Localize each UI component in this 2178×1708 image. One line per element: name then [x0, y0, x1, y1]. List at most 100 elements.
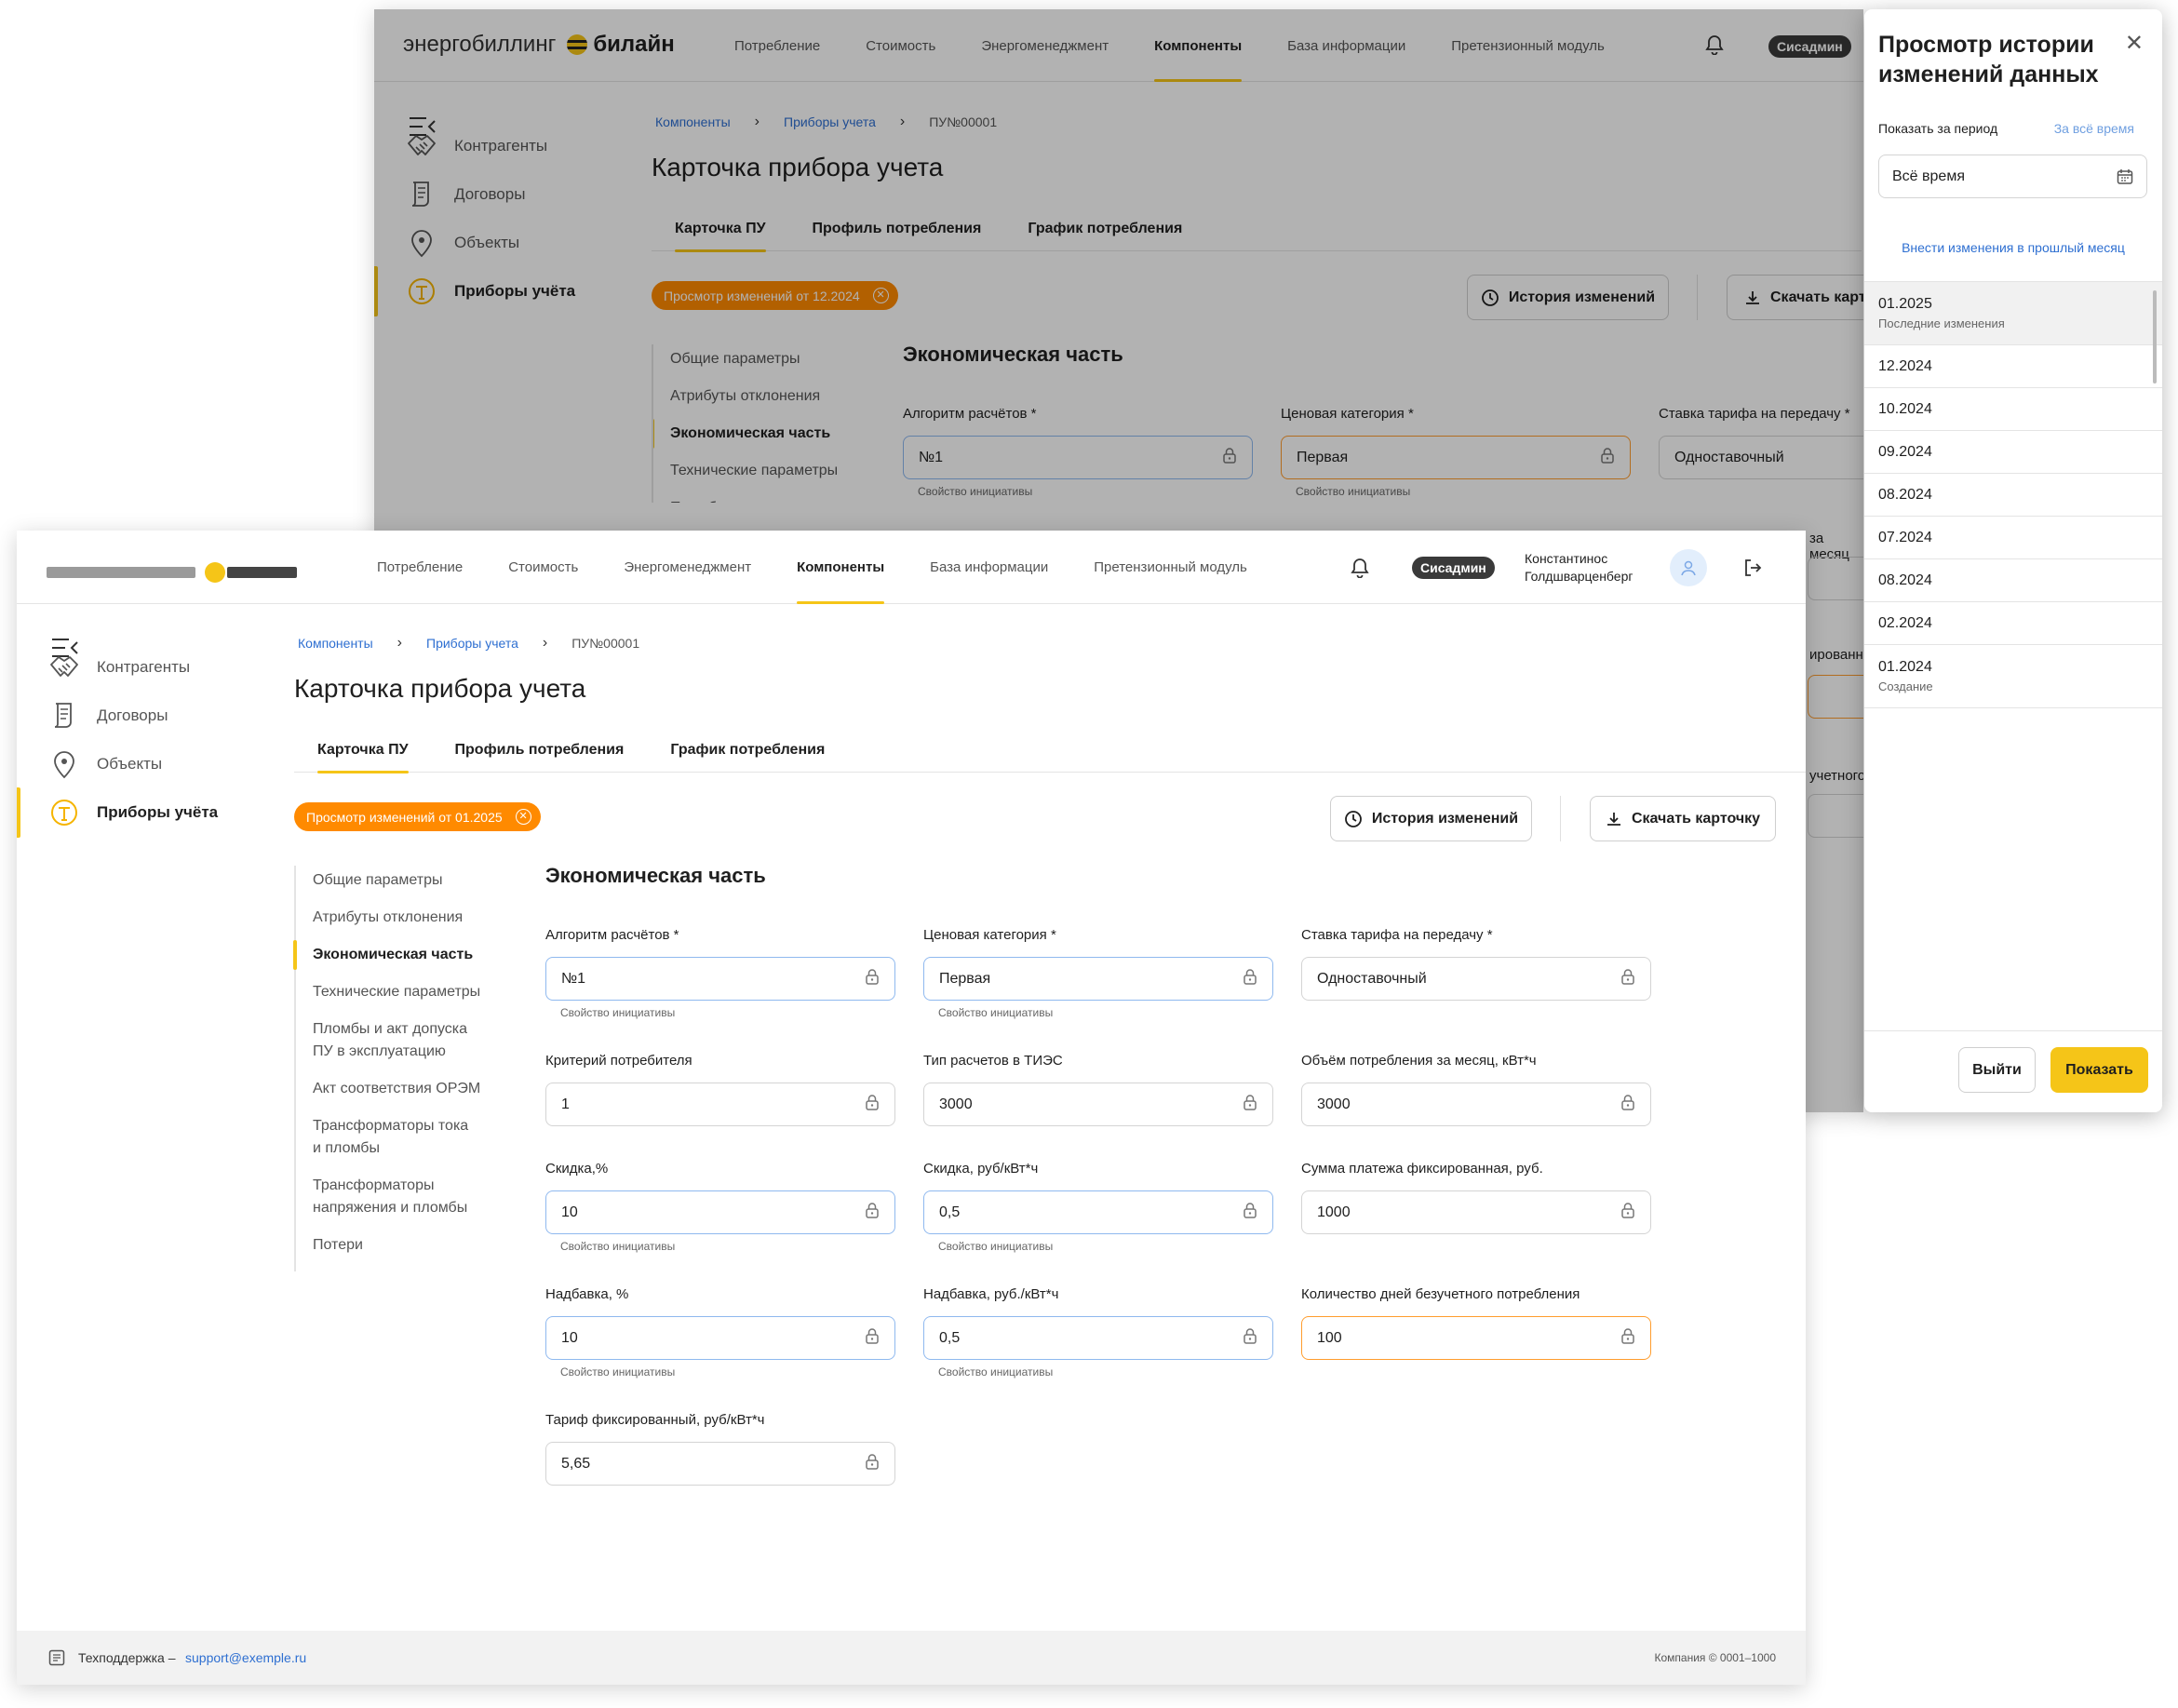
nav-item[interactable]: Потребление: [734, 9, 820, 82]
field-input[interactable]: 100: [1301, 1316, 1651, 1360]
history-view-chip[interactable]: Просмотр изменений от 01.2025 ✕: [294, 802, 541, 831]
lock-icon: [865, 1202, 880, 1223]
history-item[interactable]: 10.2024: [1864, 388, 2162, 431]
section-nav-item[interactable]: Атрибуты отклонения: [653, 385, 838, 408]
section-nav-item[interactable]: Общие параметры: [653, 344, 838, 370]
history-item[interactable]: 01.2024 Создание: [1864, 645, 2162, 708]
scrollbar[interactable]: [2153, 290, 2157, 383]
field-input[interactable]: №1: [903, 436, 1253, 479]
nav-item[interactable]: Компоненты: [797, 531, 885, 604]
section-nav-item[interactable]: Потери: [296, 1234, 480, 1257]
history-item[interactable]: 12.2024: [1864, 345, 2162, 388]
download-button[interactable]: Скачать карт: [1727, 275, 1863, 320]
download-button[interactable]: Скачать карточку: [1590, 796, 1776, 841]
section-nav-item[interactable]: Трансформаторы тока и пломбы: [296, 1115, 480, 1160]
section-nav-item[interactable]: Трансформаторы напряжения и пломбы: [296, 1175, 480, 1219]
field-input[interactable]: 10: [545, 1316, 895, 1360]
past-month-link[interactable]: Внести изменения в прошлый месяц: [1864, 240, 2162, 255]
history-item[interactable]: 09.2024: [1864, 431, 2162, 474]
form-field: Ставка тарифа на передачу * Одноставочный: [1659, 406, 1863, 479]
sidebar-item[interactable]: Договоры: [406, 179, 525, 210]
breadcrumb-link[interactable]: Компоненты: [298, 636, 373, 651]
close-icon[interactable]: ✕: [2125, 30, 2144, 57]
section-nav-item[interactable]: Общие параметры: [296, 866, 480, 892]
section-nav-item[interactable]: Атрибуты отклонения: [296, 907, 480, 929]
close-circle-icon[interactable]: ✕: [872, 288, 889, 303]
tab[interactable]: График потребления: [1028, 207, 1182, 251]
history-button[interactable]: История изменений: [1330, 796, 1532, 841]
history-item[interactable]: 07.2024: [1864, 517, 2162, 559]
sidebar-item[interactable]: Контрагенты: [406, 130, 547, 162]
tab[interactable]: Карточка ПУ: [317, 728, 409, 773]
nav-item[interactable]: База информации: [1287, 9, 1405, 82]
breadcrumb-current: ПУ№00001: [929, 114, 998, 129]
tab[interactable]: Профиль потребления: [813, 207, 982, 251]
history-button[interactable]: История изменений: [1467, 275, 1669, 320]
support-email-link[interactable]: support@exemple.ru: [185, 1650, 306, 1665]
sidebar-item[interactable]: Приборы учёта: [406, 276, 575, 307]
nav-item[interactable]: База информации: [930, 531, 1048, 604]
field-value: 3000: [1317, 1096, 1351, 1112]
bell-icon[interactable]: [1351, 558, 1369, 583]
breadcrumb-link[interactable]: Приборы учета: [784, 114, 876, 129]
field-input[interactable]: 0,5: [923, 1190, 1273, 1234]
period-all-link[interactable]: За всё время: [2054, 121, 2134, 136]
tab[interactable]: График потребления: [670, 728, 825, 773]
field-value: №1: [561, 970, 586, 987]
chevron-right-icon: ›: [542, 635, 548, 651]
sidebar-item[interactable]: Приборы учёта: [48, 797, 218, 828]
breadcrumb-link[interactable]: Приборы учета: [426, 636, 518, 651]
section-nav-item[interactable]: Экономическая часть: [653, 419, 838, 449]
form-field: Надбавка, % 10 Свойство инициативы: [545, 1286, 895, 1379]
sidebar-item[interactable]: Договоры: [48, 700, 168, 732]
tab[interactable]: Карточка ПУ: [675, 207, 766, 252]
field-input[interactable]: №1: [545, 957, 895, 1001]
nav-item[interactable]: Компоненты: [1154, 9, 1243, 82]
field-input[interactable]: 3000: [1301, 1083, 1651, 1126]
section-nav-item[interactable]: Пломбы и акт допуска: [653, 497, 838, 503]
logout-icon[interactable]: [1743, 558, 1762, 582]
field-input[interactable]: 5,65: [545, 1442, 895, 1486]
sidebar-item[interactable]: Объекты: [406, 227, 519, 259]
history-item[interactable]: 08.2024: [1864, 474, 2162, 517]
field-input[interactable]: 10: [545, 1190, 895, 1234]
field-input[interactable]: 0,5: [923, 1316, 1273, 1360]
nav-item[interactable]: Потребление: [377, 531, 463, 604]
show-button[interactable]: Показать: [2050, 1047, 2148, 1093]
history-view-chip[interactable]: Просмотр изменений от 12.2024 ✕: [652, 281, 898, 310]
field-input[interactable]: Первая: [923, 957, 1273, 1001]
field-value: 0,5: [939, 1204, 961, 1220]
history-item[interactable]: 08.2024: [1864, 559, 2162, 602]
section-nav-item[interactable]: Экономическая часть: [292, 940, 480, 970]
lock-icon: [1243, 968, 1257, 989]
nav-item[interactable]: Претензионный модуль: [1451, 9, 1605, 82]
field-input[interactable]: 1: [545, 1083, 895, 1126]
field-input[interactable]: Одноставочный: [1659, 436, 1863, 479]
sidebar-item[interactable]: Контрагенты: [48, 652, 190, 683]
section-nav-item[interactable]: Пломбы и акт допуска ПУ в эксплуатацию: [296, 1018, 480, 1063]
history-date: 01.2024: [1878, 659, 1932, 675]
field-input[interactable]: Одноставочный: [1301, 957, 1651, 1001]
breadcrumb-link[interactable]: Компоненты: [655, 114, 731, 129]
exit-button[interactable]: Выйти: [1958, 1047, 2036, 1093]
section-nav-item[interactable]: Акт соответствия ОРЭМ: [296, 1078, 480, 1100]
tab[interactable]: Профиль потребления: [455, 728, 625, 773]
sidebar-item[interactable]: Объекты: [48, 748, 162, 780]
close-circle-icon[interactable]: ✕: [515, 809, 531, 825]
field-input[interactable]: Первая: [1281, 436, 1631, 479]
nav-item[interactable]: Стоимость: [508, 531, 578, 604]
period-select[interactable]: Всё время: [1878, 155, 2147, 198]
field-input[interactable]: 1000: [1301, 1190, 1651, 1234]
section-nav-item[interactable]: Технические параметры: [653, 460, 838, 482]
bell-icon[interactable]: [1705, 34, 1724, 60]
avatar[interactable]: [1670, 549, 1707, 586]
field-hint: Свойство инициативы: [560, 1240, 676, 1253]
nav-item[interactable]: Стоимость: [866, 9, 935, 82]
field-input[interactable]: 3000: [923, 1083, 1273, 1126]
history-item[interactable]: 01.2025 Последние изменения: [1864, 282, 2162, 345]
history-item[interactable]: 02.2024: [1864, 602, 2162, 645]
nav-item[interactable]: Претензионный модуль: [1094, 531, 1247, 604]
nav-item[interactable]: Энергоменеджмент: [624, 531, 751, 604]
nav-item[interactable]: Энергоменеджмент: [981, 9, 1109, 82]
section-nav-item[interactable]: Технические параметры: [296, 981, 480, 1003]
